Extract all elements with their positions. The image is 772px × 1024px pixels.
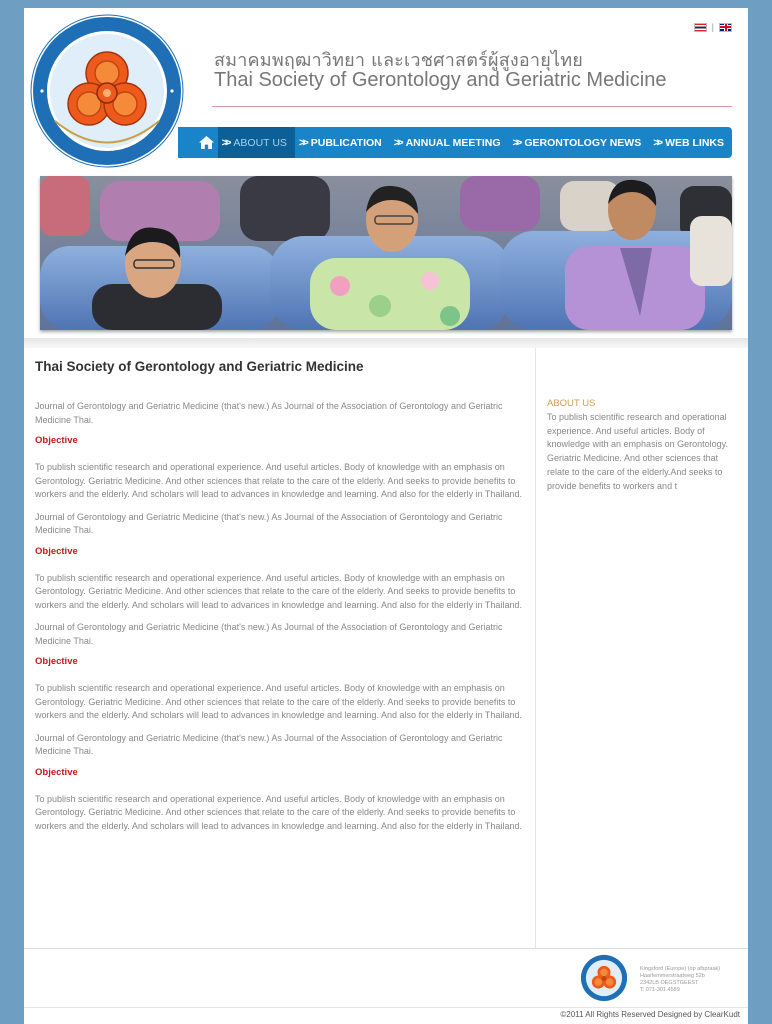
section-paragraph: To publish scientific research and opera… <box>35 462 522 499</box>
language-separator: | <box>711 22 714 32</box>
sidebar: ABOUT US To publish scientific research … <box>547 398 739 493</box>
site-title-english: Thai Society of Gerontology and Geriatri… <box>214 69 667 91</box>
address-line: Kingsford (Europe) (op afspraak) <box>640 966 721 972</box>
footer-address: Kingsford (Europe) (op afspraak) Haarlem… <box>640 966 720 994</box>
section-heading: Objective <box>35 656 78 667</box>
title-divider <box>212 106 732 107</box>
nav-label: WEB LINKS <box>665 136 724 149</box>
nav-home[interactable] <box>178 127 218 158</box>
uk-flag-icon[interactable] <box>719 22 732 32</box>
section-paragraph: To publish scientific research and opera… <box>35 793 522 831</box>
sidebar-title: ABOUT US <box>547 398 596 409</box>
main-content: Thai Society of Gerontology and Geriatri… <box>24 348 536 948</box>
nav-web-links[interactable]: >> WEB LINKS <box>649 127 732 158</box>
nav-label: PUBLICATION <box>310 136 382 149</box>
double-chevron-icon: >> <box>653 136 663 149</box>
intro-paragraph: Journal of Gerontology and Geriatric Med… <box>35 401 503 425</box>
address-line: 2342LB OEGSTGEEST <box>640 980 699 986</box>
thai-flag-icon[interactable] <box>693 22 707 32</box>
home-icon <box>198 136 214 149</box>
banner-photo <box>40 176 732 330</box>
column-divider <box>535 348 536 948</box>
nav-label: ANNUAL MEETING <box>405 136 501 149</box>
double-chevron-icon: >> <box>298 136 309 149</box>
page: | สมาคมพฤฒาวิทยา และเวชศาสตร์ผู้สูงอายุไ… <box>24 8 748 1024</box>
journal-paragraph: Journal of Gerontology and Geriatric Med… <box>35 622 503 646</box>
sidebar-text: To publish scientific research and opera… <box>547 412 728 491</box>
nav-label: GERONTOLOGY NEWS <box>524 136 642 149</box>
journal-paragraph: Journal of Gerontology and Geriatric Med… <box>35 511 503 536</box>
nav-gerontology-news[interactable]: >> GERONTOLOGY NEWS <box>508 127 649 158</box>
double-chevron-icon: >> <box>393 136 404 149</box>
address-line: T: 071-301 4589 <box>640 987 680 993</box>
section-paragraph: To publish scientific research and opera… <box>35 572 522 610</box>
address-line: Haarlemmerstraatweg 52b <box>640 973 705 979</box>
section-heading: Objective <box>35 545 78 557</box>
page-title: Thai Society of Gerontology and Geriatri… <box>35 359 364 374</box>
content-top-band <box>24 338 748 348</box>
nav-label: ABOUT US <box>233 136 287 149</box>
nav-about-us[interactable]: >> ABOUT US <box>217 127 295 158</box>
journal-paragraph: Journal of Gerontology and Geriatric Med… <box>35 732 503 757</box>
nav-annual-meeting[interactable]: >> ANNUAL MEETING <box>390 127 509 158</box>
section-heading: Objective <box>35 766 78 778</box>
society-logo[interactable] <box>30 14 184 168</box>
section-heading: Objective <box>35 435 78 446</box>
footer-divider <box>24 948 748 949</box>
copyright-text: ©2011 All Rights Reserved Designed by Cl… <box>560 1010 740 1019</box>
footer-bottom-divider <box>24 1007 748 1008</box>
footer-logo <box>580 954 628 1002</box>
main-nav: >> ABOUT US >> PUBLICATION >> ANNUAL MEE… <box>178 127 732 158</box>
double-chevron-icon: >> <box>221 136 232 149</box>
double-chevron-icon: >> <box>512 136 522 149</box>
language-switcher: | <box>693 22 732 32</box>
nav-publication[interactable]: >> PUBLICATION <box>295 127 390 158</box>
section-paragraph: To publish scientific research and opera… <box>35 683 522 720</box>
